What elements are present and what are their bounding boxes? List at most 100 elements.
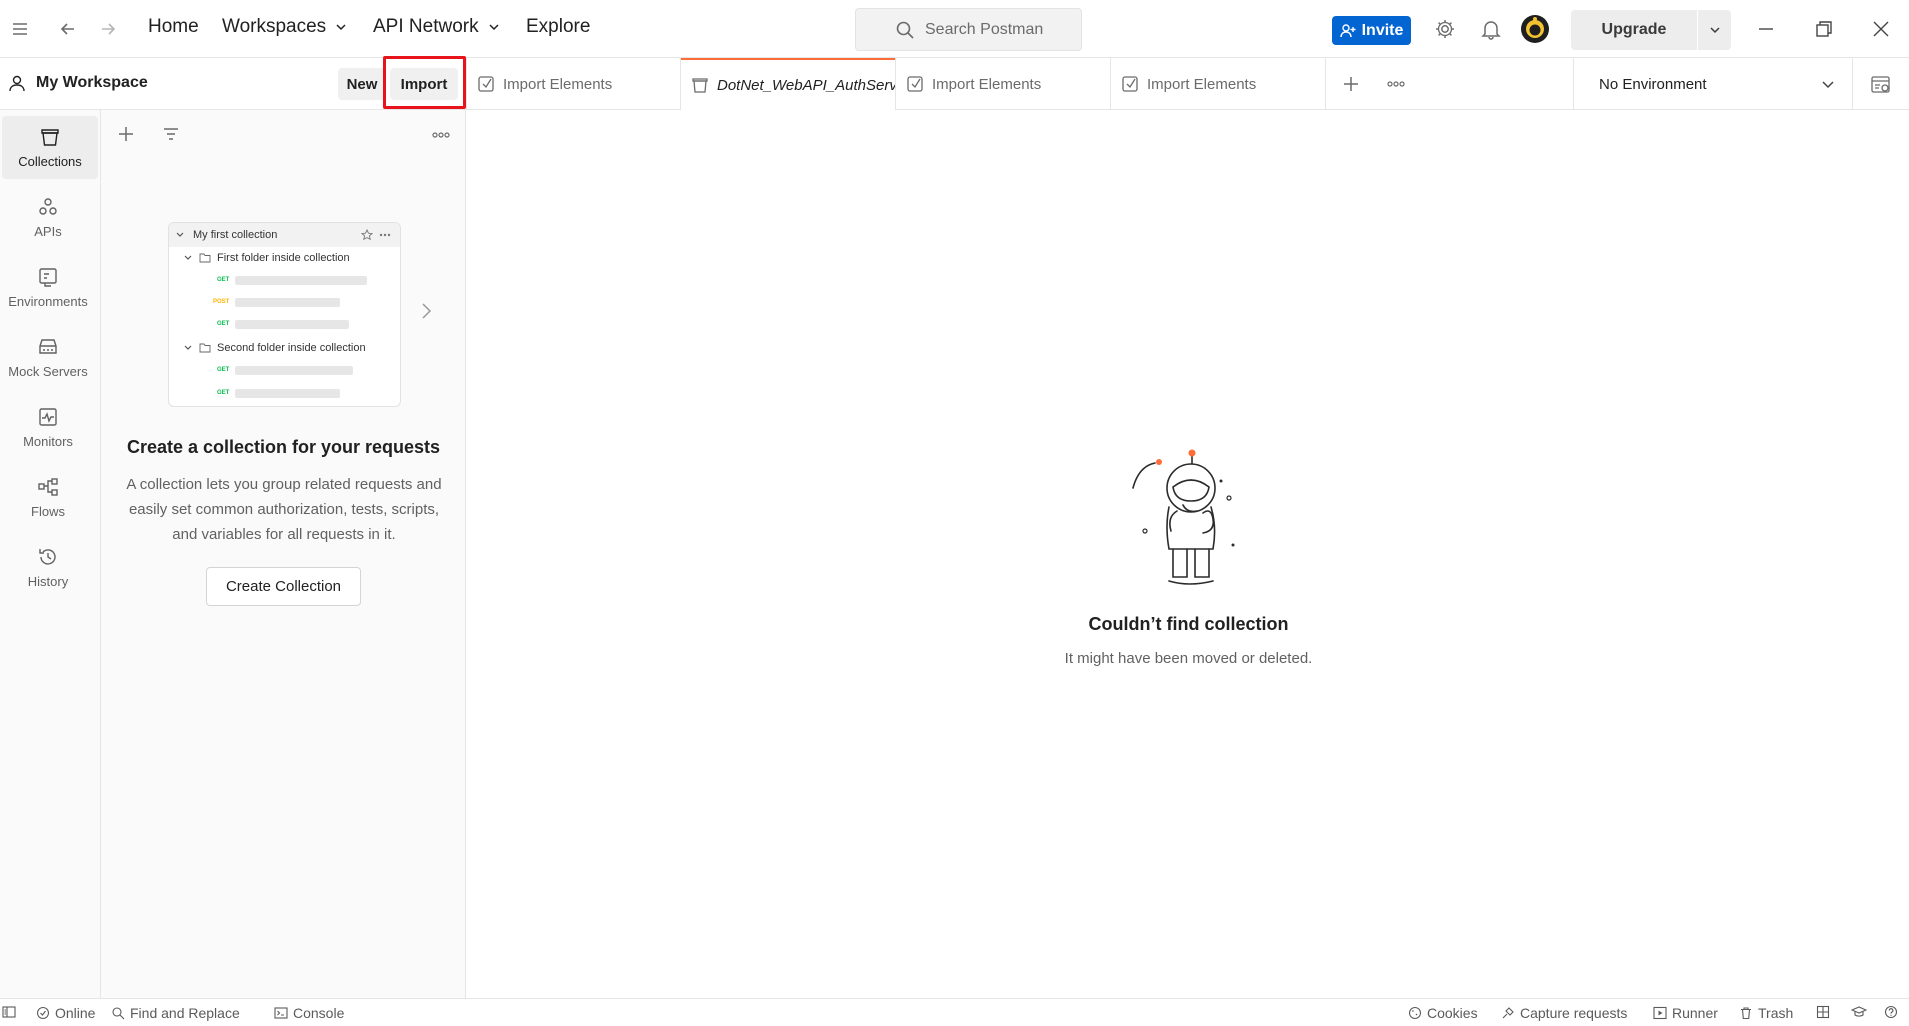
graduation-cap-icon	[1851, 1005, 1867, 1019]
tab-dotnet-webapi[interactable]: DotNet_WebAPI_AuthServ	[681, 58, 895, 110]
tab-label: DotNet_WebAPI_AuthServ	[717, 76, 895, 94]
sidebar-item-environments[interactable]: Environments	[0, 256, 96, 319]
nav-explore[interactable]: Explore	[526, 16, 590, 38]
sidebar-item-apis[interactable]: APIs	[0, 186, 96, 249]
nav-api-network[interactable]: API Network	[373, 16, 501, 38]
bell-icon[interactable]	[1480, 18, 1502, 40]
close-icon[interactable]	[1871, 19, 1891, 39]
preview-request-bar	[235, 389, 340, 398]
environment-select[interactable]: No Environment	[1599, 76, 1707, 93]
preview-request-bar	[235, 320, 349, 329]
capture-requests-button[interactable]: Capture requests	[1501, 1005, 1627, 1021]
preview-folder-name: Second folder inside collection	[217, 342, 366, 354]
folder-icon	[199, 342, 211, 354]
trash-button[interactable]: Trash	[1739, 1005, 1793, 1021]
preview-method: GET	[217, 321, 230, 327]
online-status[interactable]: Online	[36, 1005, 95, 1021]
back-arrow-icon[interactable]	[58, 19, 78, 39]
runner-label: Runner	[1672, 1005, 1718, 1021]
layout-button[interactable]	[1816, 1005, 1830, 1019]
sidebar-item-history[interactable]: History	[0, 536, 96, 599]
learning-center-button[interactable]	[1851, 1005, 1867, 1019]
cookies-button[interactable]: Cookies	[1408, 1005, 1478, 1021]
preview-method: GET	[217, 277, 230, 283]
sidebar-rail: Collections APIs Environments Mock Serve…	[0, 110, 101, 998]
avatar[interactable]	[1520, 14, 1550, 44]
add-tab-icon[interactable]	[1341, 74, 1361, 94]
filter-input[interactable]	[146, 118, 420, 150]
user-icon	[8, 74, 26, 92]
create-collection-description: A collection lets you group related requ…	[126, 476, 442, 543]
find-replace-label: Find and Replace	[130, 1005, 240, 1021]
environment-quick-look-icon[interactable]	[1870, 74, 1892, 96]
sidebar-item-monitors[interactable]: Monitors	[0, 396, 96, 459]
cookie-icon	[1408, 1006, 1422, 1020]
environments-icon	[37, 266, 59, 288]
filter-icon[interactable]	[161, 124, 181, 144]
preview-request-bar	[235, 298, 340, 307]
workspace-title[interactable]: My Workspace	[8, 74, 148, 92]
check-circle-icon	[36, 1006, 50, 1020]
chevron-down-icon	[487, 20, 501, 34]
gear-icon[interactable]	[1434, 18, 1456, 40]
console-button[interactable]: Console	[274, 1005, 344, 1021]
add-collection-icon[interactable]	[116, 124, 136, 144]
create-collection-button[interactable]: Create Collection	[206, 567, 361, 606]
import-icon	[906, 75, 924, 93]
preview-folder-name: First folder inside collection	[217, 252, 350, 264]
upgrade-dropdown-button[interactable]	[1698, 10, 1731, 50]
trash-label: Trash	[1758, 1005, 1794, 1021]
sidebar-item-collections[interactable]: Collections	[2, 116, 98, 179]
divider	[1573, 58, 1574, 110]
invite-button[interactable]: Invite	[1332, 16, 1411, 45]
tab-import-elements[interactable]: Import Elements	[467, 58, 680, 110]
help-button[interactable]	[1884, 1005, 1898, 1019]
preview-collection-name: My first collection	[193, 229, 278, 241]
star-icon	[361, 229, 373, 241]
chevron-right-icon[interactable]	[419, 301, 433, 321]
chevron-down-icon[interactable]	[1820, 76, 1836, 92]
menu-icon[interactable]	[10, 19, 30, 39]
nav-home[interactable]: Home	[148, 16, 199, 38]
collection-icon	[691, 76, 709, 94]
minimize-icon[interactable]	[1756, 19, 1776, 39]
sidebar-item-mock-servers[interactable]: Mock Servers	[0, 326, 96, 389]
nav-workspaces[interactable]: Workspaces	[222, 16, 348, 38]
restore-icon[interactable]	[1814, 19, 1834, 39]
collection-preview-card: My first collection First folder inside …	[168, 222, 401, 407]
preview-request-bar	[235, 366, 353, 375]
top-bar: Home Workspaces API Network Explore Sear…	[0, 0, 1909, 58]
import-icon	[1121, 75, 1139, 93]
search-icon	[111, 1006, 125, 1020]
tab-label: Import Elements	[932, 75, 1042, 93]
toggle-sidebar-button[interactable]	[2, 1005, 16, 1019]
trash-icon	[1739, 1006, 1753, 1020]
find-replace-button[interactable]: Find and Replace	[111, 1005, 240, 1021]
preview-folder: First folder inside collection	[183, 252, 350, 264]
collections-icon	[39, 126, 61, 148]
import-button[interactable]: Import	[390, 68, 458, 100]
search-input[interactable]: Search Postman	[855, 8, 1082, 51]
mock-servers-icon	[37, 336, 59, 358]
tab-import-elements[interactable]: Import Elements	[896, 58, 1110, 110]
sidebar-item-flows[interactable]: Flows	[0, 466, 96, 529]
add-user-icon	[1339, 23, 1356, 39]
more-tabs-icon[interactable]	[1386, 74, 1406, 94]
forward-arrow-icon[interactable]	[98, 19, 118, 39]
folder-icon	[199, 252, 211, 264]
sidebar-item-label: APIs	[34, 224, 62, 239]
workspace-title-label: My Workspace	[36, 74, 148, 91]
sidebar-item-label: Monitors	[23, 434, 73, 449]
tab-import-elements[interactable]: Import Elements	[1111, 58, 1325, 110]
not-found-title: Couldn’t find collection	[1088, 614, 1289, 634]
flows-icon	[37, 476, 59, 498]
preview-header: My first collection	[169, 223, 400, 247]
upgrade-button[interactable]: Upgrade	[1571, 10, 1697, 50]
satellite-icon	[1501, 1006, 1515, 1020]
new-button[interactable]: New	[338, 68, 386, 100]
more-options-icon	[379, 229, 391, 241]
runner-button[interactable]: Runner	[1653, 1005, 1718, 1021]
preview-folder: Second folder inside collection	[183, 342, 366, 354]
more-options-icon[interactable]	[431, 125, 451, 145]
not-found-description: It might have been moved or deleted.	[1064, 650, 1313, 667]
